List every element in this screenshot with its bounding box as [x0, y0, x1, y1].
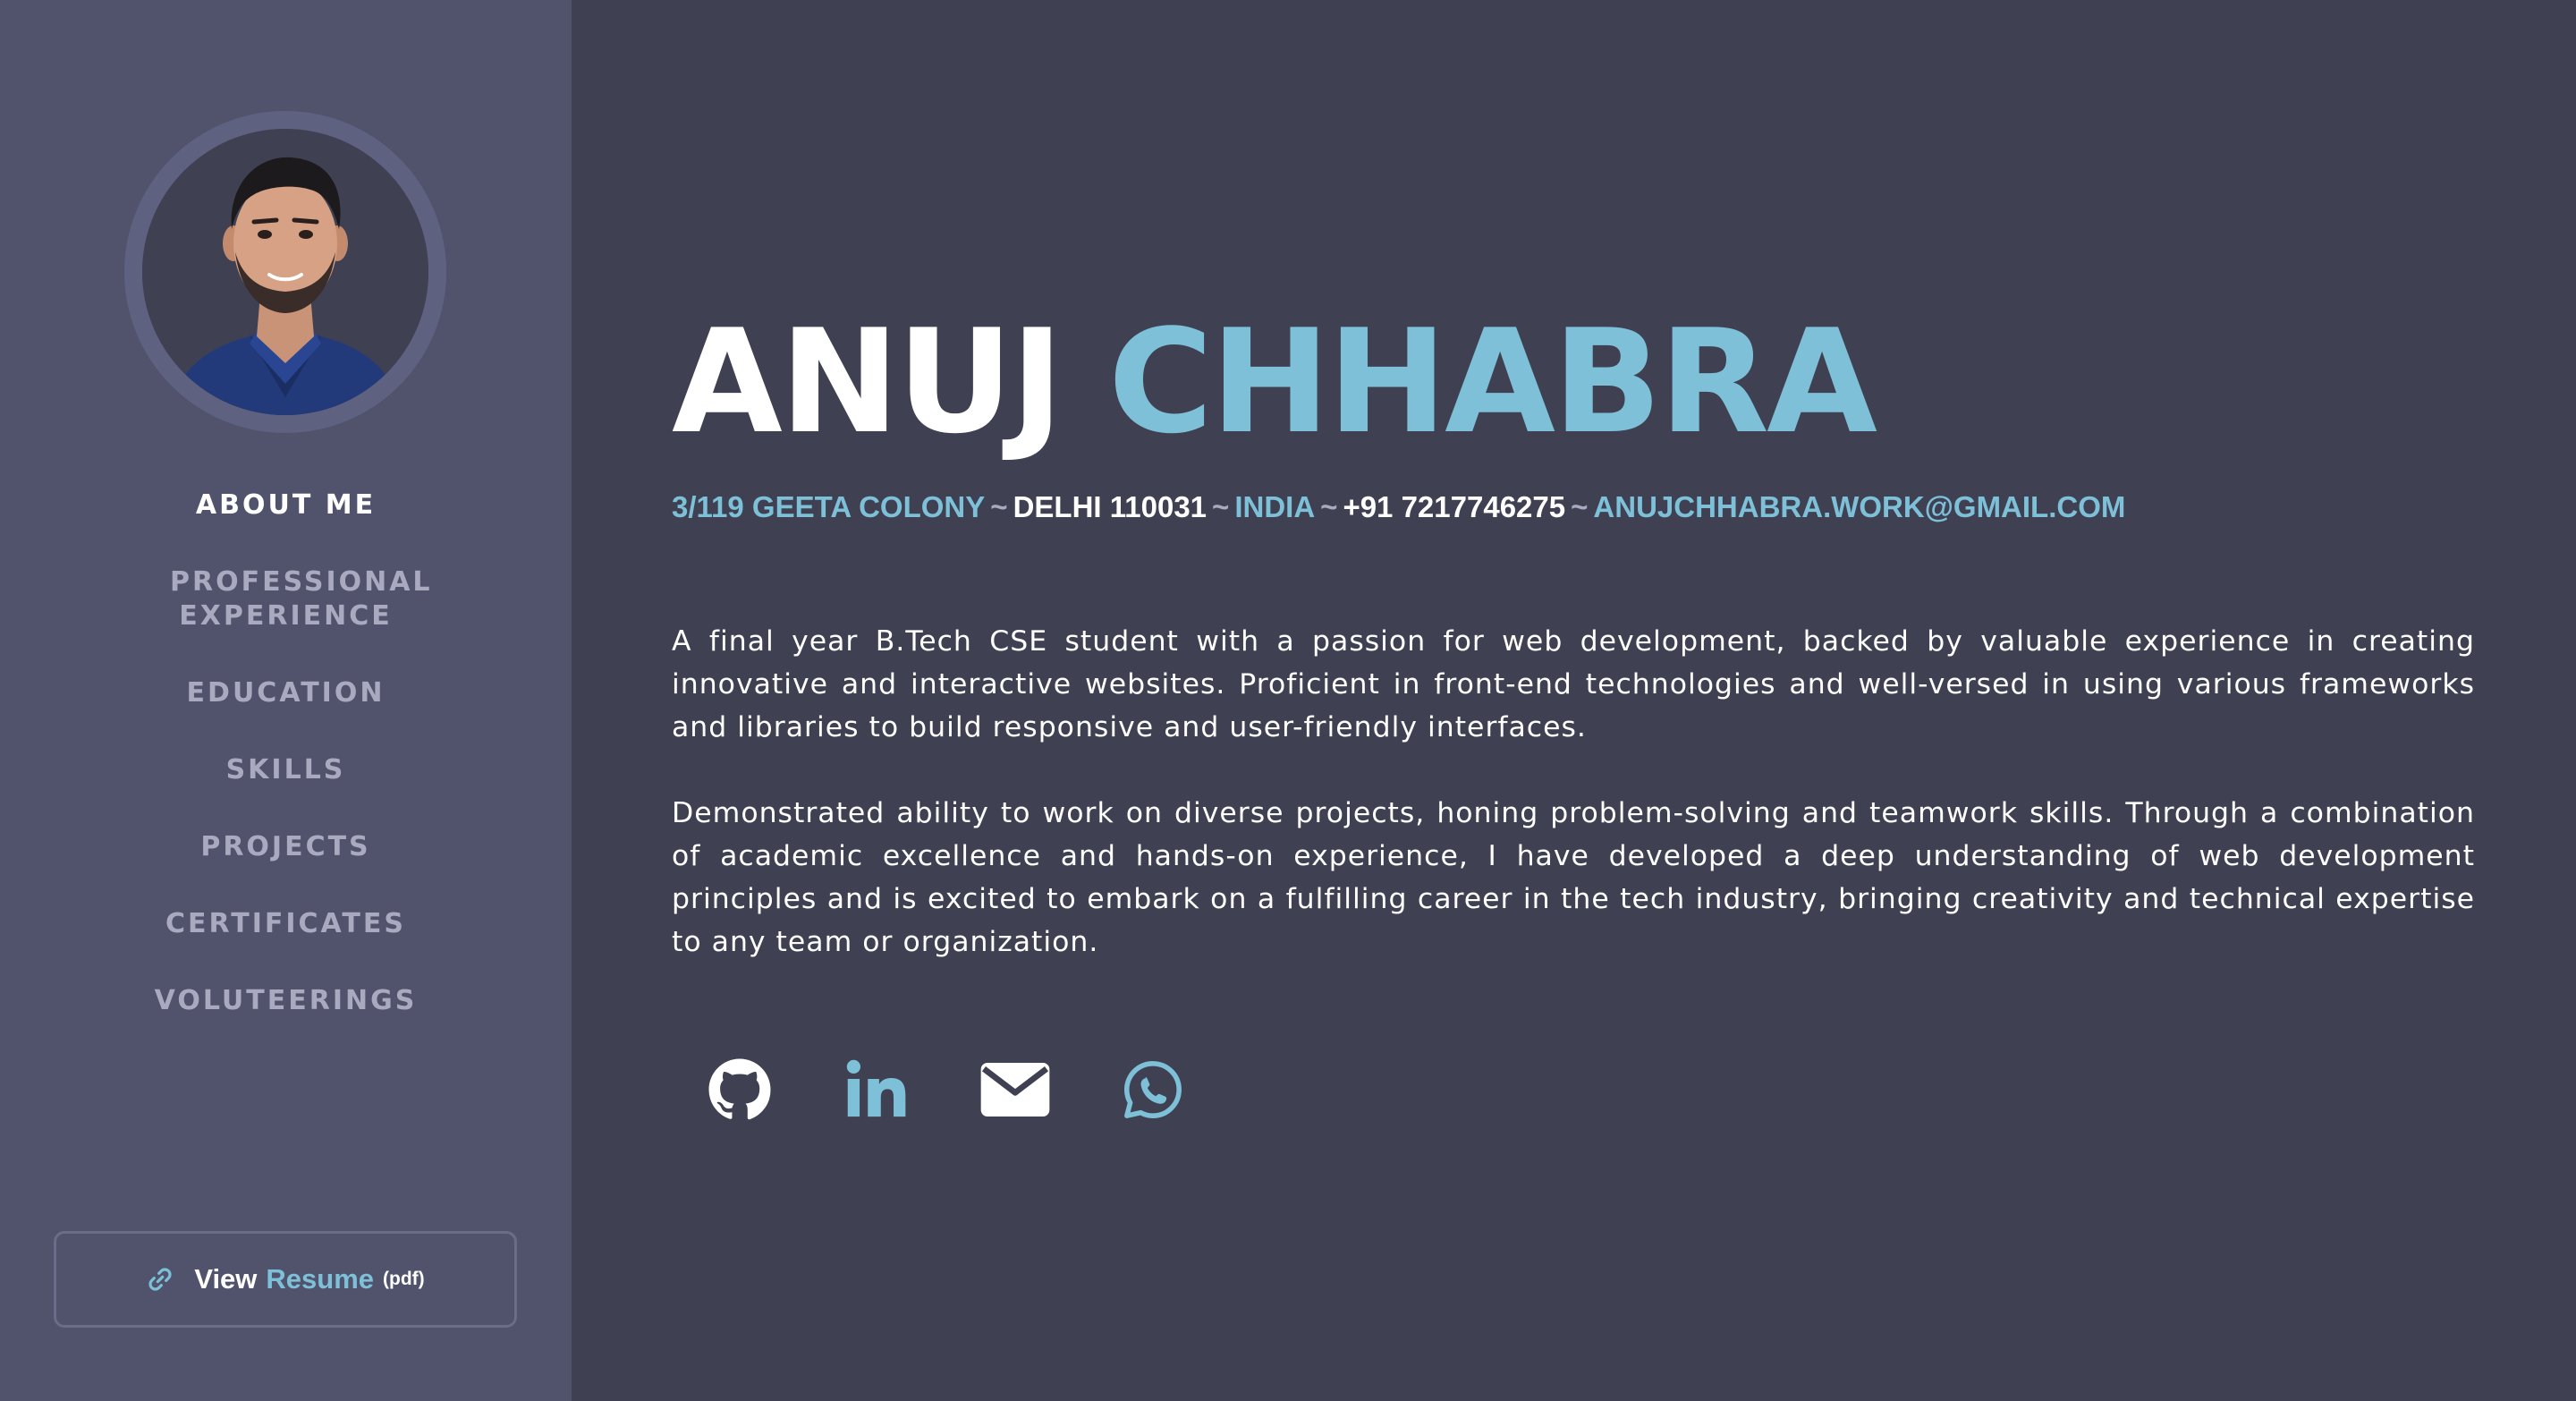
email-link[interactable]: [979, 1054, 1051, 1125]
nav-item-volunteerings[interactable]: VOLUTEERINGS: [0, 984, 572, 1018]
resume-button-pdf-text: (pdf): [383, 1269, 425, 1289]
page: ABOUT ME PROFESSIONAL EXPERIENCE EDUCATI…: [0, 0, 2576, 1401]
profile-photo: [142, 129, 428, 415]
link-icon: [148, 1268, 172, 1291]
github-icon: [708, 1058, 771, 1120]
last-name: CHHABRA: [1107, 298, 1877, 465]
social-links: [704, 1054, 1255, 1125]
contact-separator: ~: [1212, 490, 1230, 523]
linkedin-link[interactable]: [842, 1054, 913, 1125]
contact-city: DELHI 110031: [1013, 490, 1208, 523]
nav-item-education[interactable]: EDUCATION: [0, 676, 572, 710]
contact-address: 3/119 GEETA COLONY: [672, 490, 986, 523]
bio-paragraph: A final year B.Tech CSE student with a p…: [672, 625, 2475, 743]
contact-phone: +91 7217746275: [1343, 490, 1566, 523]
nav-item-professional-experience[interactable]: PROFESSIONAL EXPERIENCE: [0, 565, 572, 633]
linkedin-icon: [846, 1059, 906, 1117]
contact-country: INDIA: [1234, 490, 1316, 523]
bio: A final year B.Tech CSE student with a p…: [672, 620, 2475, 964]
github-link[interactable]: [704, 1054, 775, 1125]
contact-separator: ~: [1571, 490, 1589, 523]
view-resume-button[interactable]: View Resume (pdf): [54, 1231, 517, 1328]
page-title: ANUJ CHHABRA: [672, 310, 1877, 454]
mail-icon: [980, 1063, 1050, 1117]
nav-item-certificates[interactable]: CERTIFICATES: [0, 907, 572, 941]
first-name: ANUJ: [672, 298, 1063, 465]
contact-line: 3/119 GEETA COLONY ~ DELHI 110031 ~ INDIA ~ +9…: [672, 490, 2125, 524]
resume-button-resume-text: Resume: [266, 1263, 375, 1295]
resume-button-view-text: View: [194, 1263, 258, 1295]
nav-item-about-me[interactable]: ABOUT ME: [0, 488, 572, 522]
avatar-ring: [124, 111, 446, 433]
nav-item-skills[interactable]: SKILLS: [0, 753, 572, 787]
sidebar-nav: ABOUT ME PROFESSIONAL EXPERIENCE EDUCATI…: [0, 488, 572, 1018]
contact-email[interactable]: ANUJCHHABRA.WORK@GMAIL.COM: [1593, 490, 2125, 523]
avatar: [142, 129, 428, 415]
contact-separator: ~: [990, 490, 1008, 523]
whatsapp-link[interactable]: [1117, 1054, 1189, 1125]
bio-paragraph: Demonstrated ability to work on diverse …: [672, 797, 2475, 958]
contact-separator: ~: [1320, 490, 1338, 523]
sidebar: ABOUT ME PROFESSIONAL EXPERIENCE EDUCATI…: [0, 0, 572, 1401]
whatsapp-icon: [1124, 1061, 1182, 1118]
nav-item-projects[interactable]: PROJECTS: [0, 830, 572, 864]
